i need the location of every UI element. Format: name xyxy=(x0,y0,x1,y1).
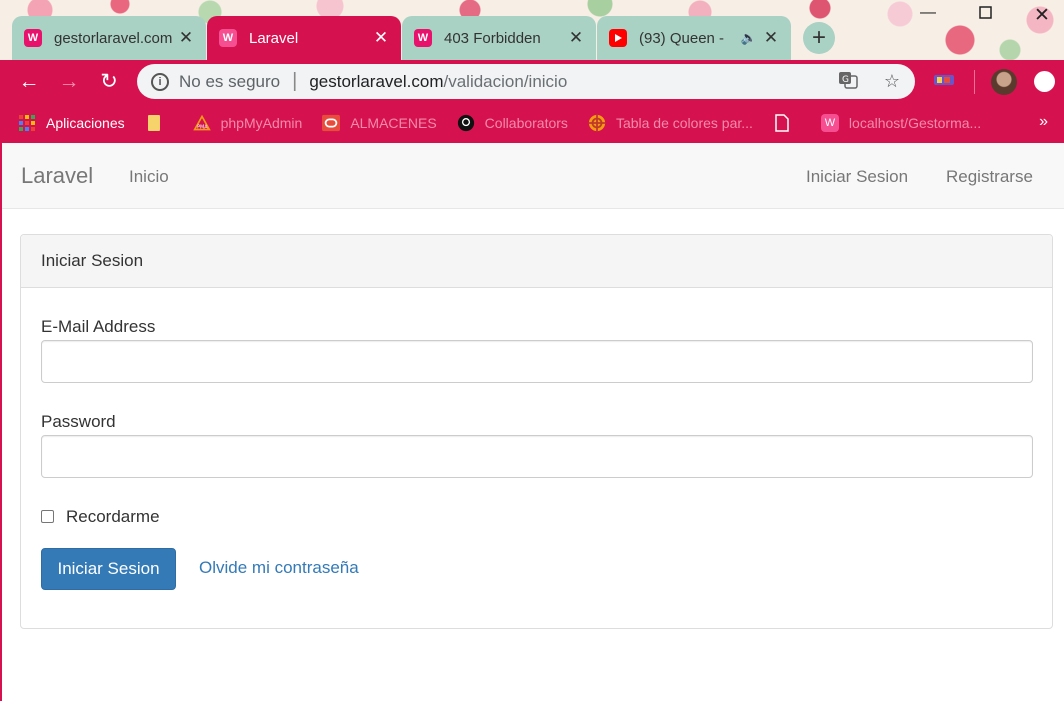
address-bar[interactable]: i No es seguro | gestorlaravel.com/valid… xyxy=(137,64,915,99)
reload-icon[interactable]: ↻ xyxy=(95,68,123,96)
close-icon[interactable]: ✕ xyxy=(568,28,584,48)
document-icon xyxy=(773,114,791,132)
bookmark-label: phpMyAdmin xyxy=(220,115,303,131)
bookmarks-bar: Aplicaciones PMA phpMyAdmin ALMACENES Co… xyxy=(0,103,1064,143)
password-field[interactable] xyxy=(41,435,1033,478)
bookmark-label: Tabla de colores par... xyxy=(615,115,753,131)
nav-login-link[interactable]: Iniciar Sesion xyxy=(806,167,908,187)
oracle-icon xyxy=(322,114,341,132)
browser-menu-icon[interactable] xyxy=(1034,71,1055,92)
bookmark-label: Aplicaciones xyxy=(46,115,125,131)
navbar-brand[interactable]: Laravel xyxy=(21,163,93,189)
bookmarks-overflow-icon[interactable]: » xyxy=(1039,113,1048,131)
wamp-icon: W xyxy=(24,29,42,47)
tab-youtube[interactable]: (93) Queen - 🔈 ✕ xyxy=(597,16,791,60)
remember-checkbox[interactable] xyxy=(41,510,54,523)
tab-laravel[interactable]: W Laravel ✕ xyxy=(207,16,401,60)
youtube-icon xyxy=(609,29,627,47)
extension-icon[interactable] xyxy=(933,72,955,92)
tab-403-forbidden[interactable]: W 403 Forbidden ✕ xyxy=(402,16,596,60)
forward-arrow-icon[interactable]: → xyxy=(55,68,83,96)
login-panel: Iniciar Sesion E-Mail Address Password R… xyxy=(20,234,1053,629)
translate-icon[interactable]: G xyxy=(837,70,859,92)
tab-title: Laravel xyxy=(249,29,299,47)
bookmark-label: localhost/Gestorma... xyxy=(848,115,982,131)
browser-tab-strip: W gestorlaravel.com ✕ W Laravel ✕ W 403 … xyxy=(0,0,1064,62)
bookmark-star-icon[interactable]: ☆ xyxy=(881,70,903,92)
login-submit-button[interactable]: Iniciar Sesion xyxy=(41,548,176,590)
panel-heading: Iniciar Sesion xyxy=(21,235,1052,288)
wamp-icon: W xyxy=(820,114,839,132)
bookmark-label: ALMACENES xyxy=(350,115,437,131)
info-icon[interactable]: i xyxy=(151,72,169,91)
tab-title: (93) Queen - xyxy=(639,29,725,47)
palette-icon xyxy=(588,114,606,132)
folder-icon xyxy=(145,114,163,132)
minimize-icon[interactable]: — xyxy=(913,4,943,22)
email-field[interactable] xyxy=(41,340,1033,383)
wamp-icon: W xyxy=(414,29,432,47)
speaker-icon[interactable]: 🔈 xyxy=(741,30,757,46)
github-icon xyxy=(457,114,475,132)
divider: | xyxy=(292,70,298,92)
svg-text:PMA: PMA xyxy=(197,125,208,131)
bookmark-document[interactable] xyxy=(773,114,801,132)
svg-text:G: G xyxy=(842,75,849,85)
tab-title: gestorlaravel.com xyxy=(54,29,172,47)
apps-grid-icon xyxy=(18,114,36,132)
maximize-icon[interactable] xyxy=(970,6,1000,24)
bookmark-phpmyadmin[interactable]: PMA phpMyAdmin xyxy=(192,114,303,132)
wamp-icon: W xyxy=(219,29,237,47)
bookmark-localhost[interactable]: W localhost/Gestorma... xyxy=(820,114,982,132)
forgot-password-link[interactable]: Olvide mi contraseña xyxy=(199,558,359,578)
remember-label[interactable]: Recordarme xyxy=(66,507,160,527)
nav-register-link[interactable]: Registrarse xyxy=(946,167,1033,187)
bookmark-collaborators[interactable]: Collaborators xyxy=(457,114,568,132)
site-navbar: Laravel Inicio Iniciar Sesion Registrars… xyxy=(2,143,1064,209)
bookmark-folder[interactable] xyxy=(145,114,173,132)
url-host: gestorlaravel.com xyxy=(309,71,444,91)
bookmark-label: Collaborators xyxy=(484,115,568,131)
profile-avatar[interactable] xyxy=(991,69,1017,95)
bookmark-almacenes[interactable]: ALMACENES xyxy=(322,114,437,132)
email-label: E-Mail Address xyxy=(41,317,156,336)
tab-title: 403 Forbidden xyxy=(444,29,541,47)
password-label: Password xyxy=(41,412,116,431)
close-icon[interactable]: ✕ xyxy=(763,28,779,48)
security-label: No es seguro xyxy=(179,71,281,91)
bookmark-apps[interactable]: Aplicaciones xyxy=(18,114,125,132)
window-close-icon[interactable]: ✕ xyxy=(1027,4,1057,27)
close-icon[interactable]: ✕ xyxy=(373,28,389,48)
bookmark-tabla-colores[interactable]: Tabla de colores par... xyxy=(588,114,753,132)
phpmyadmin-icon: PMA xyxy=(192,114,211,132)
page-viewport: Laravel Inicio Iniciar Sesion Registrars… xyxy=(0,143,1064,701)
back-arrow-icon[interactable]: ← xyxy=(15,68,43,96)
close-icon[interactable]: ✕ xyxy=(178,28,194,48)
new-tab-button[interactable]: + xyxy=(803,22,835,54)
url-path: /validacion/inicio xyxy=(443,71,568,91)
tab-gestorlaravel[interactable]: W gestorlaravel.com ✕ xyxy=(12,16,206,60)
toolbar-divider xyxy=(974,70,975,94)
nav-inicio-link[interactable]: Inicio xyxy=(129,167,169,187)
browser-toolbar: ← → ↻ i No es seguro | gestorlaravel.com… xyxy=(0,60,1064,103)
